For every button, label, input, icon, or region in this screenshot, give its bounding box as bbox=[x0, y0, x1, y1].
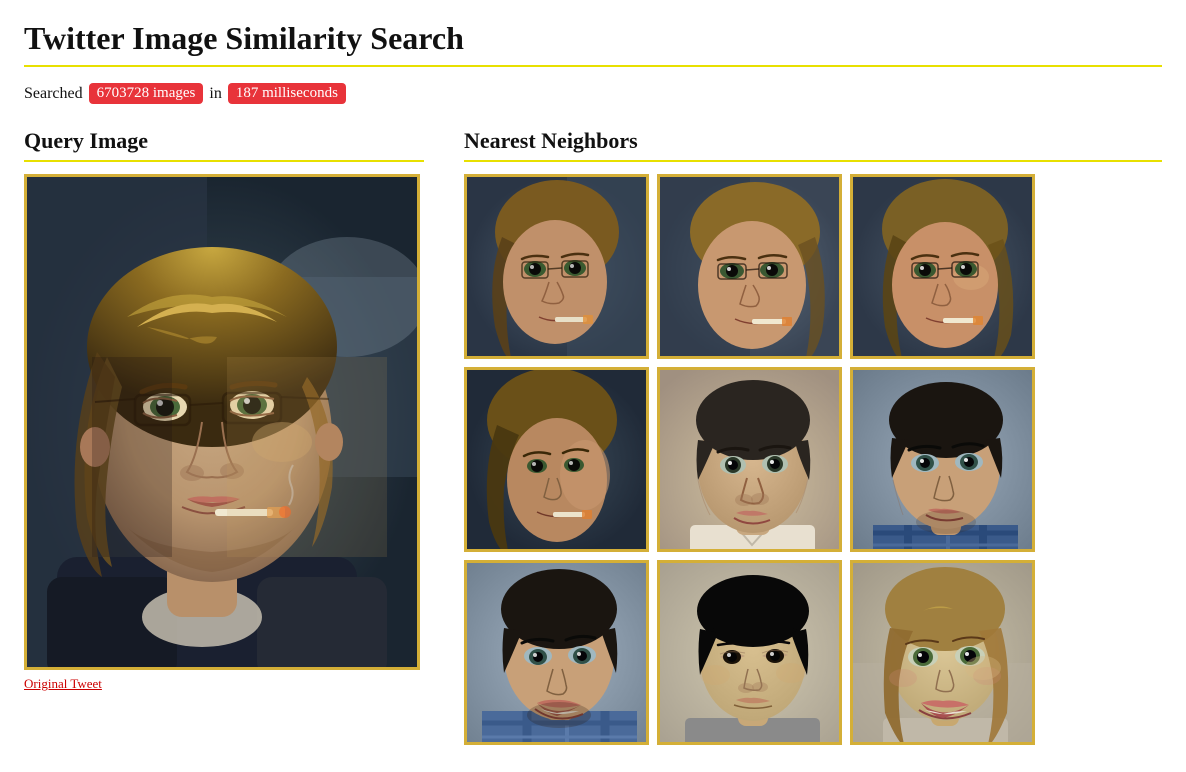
search-time-badge: 187 milliseconds bbox=[228, 83, 346, 104]
query-section-title: Query Image bbox=[24, 128, 424, 162]
neighbor-image-9 bbox=[853, 563, 1035, 745]
neighbors-grid bbox=[464, 174, 1162, 745]
neighbor-image-1 bbox=[467, 177, 649, 359]
neighbor-image-3 bbox=[853, 177, 1035, 359]
query-image-container bbox=[24, 174, 420, 670]
page-title: Twitter Image Similarity Search bbox=[24, 20, 1162, 67]
neighbor-cell-8[interactable] bbox=[657, 560, 842, 745]
original-tweet-link[interactable]: Original Tweet bbox=[24, 676, 424, 692]
search-connector: in bbox=[209, 85, 221, 103]
main-layout: Query Image bbox=[24, 128, 1162, 745]
images-count-badge: 6703728 images bbox=[89, 83, 204, 104]
neighbor-image-5 bbox=[660, 370, 842, 552]
neighbors-section-title: Nearest Neighbors bbox=[464, 128, 1162, 162]
neighbor-cell-7[interactable] bbox=[464, 560, 649, 745]
query-face-svg bbox=[27, 177, 417, 667]
neighbor-image-6 bbox=[853, 370, 1035, 552]
neighbor-image-2 bbox=[660, 177, 842, 359]
neighbor-cell-4[interactable] bbox=[464, 367, 649, 552]
neighbor-image-7 bbox=[467, 563, 649, 745]
neighbor-image-8 bbox=[660, 563, 842, 745]
neighbor-cell-2[interactable] bbox=[657, 174, 842, 359]
neighbor-cell-1[interactable] bbox=[464, 174, 649, 359]
query-image bbox=[27, 177, 417, 667]
query-section: Query Image bbox=[24, 128, 424, 745]
neighbor-cell-6[interactable] bbox=[850, 367, 1035, 552]
neighbor-cell-5[interactable] bbox=[657, 367, 842, 552]
neighbor-cell-9[interactable] bbox=[850, 560, 1035, 745]
neighbor-image-4 bbox=[467, 370, 649, 552]
neighbor-cell-3[interactable] bbox=[850, 174, 1035, 359]
neighbors-section: Nearest Neighbors bbox=[464, 128, 1162, 745]
search-info-bar: Searched 6703728 images in 187 milliseco… bbox=[24, 83, 1162, 104]
search-prefix: Searched bbox=[24, 85, 83, 103]
